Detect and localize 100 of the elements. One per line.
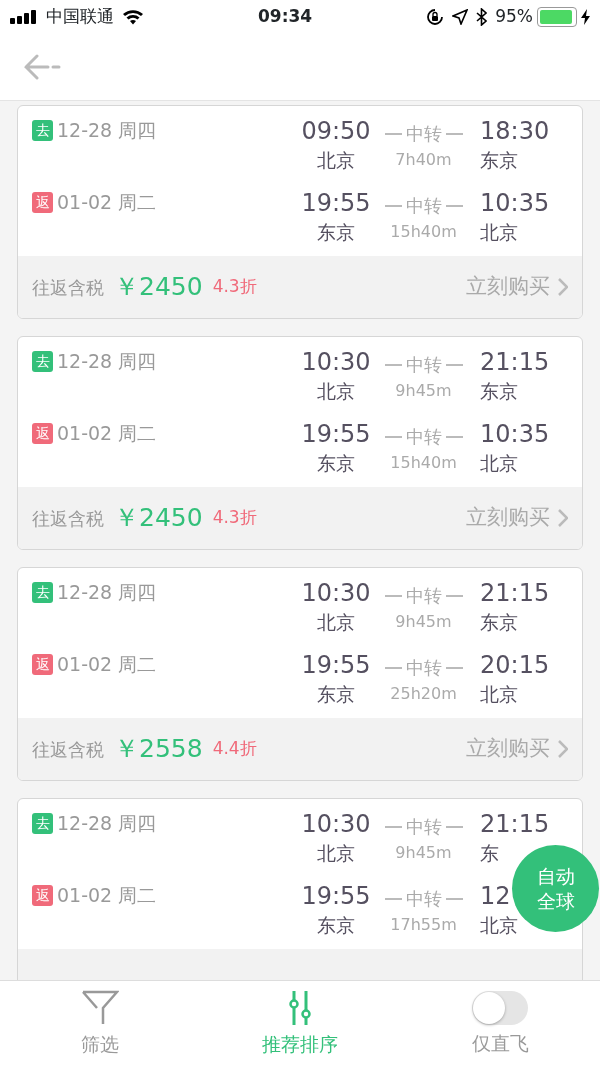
charging-icon bbox=[581, 9, 590, 25]
flight-date: 01-02 周二 bbox=[57, 652, 157, 677]
transfer-label: 中转 bbox=[405, 656, 442, 680]
flight-card[interactable]: 去 12-28 周四 10:30 北京 中转 9h45m 21:15 东京 返 01-02 周二 19:55 东京 中转 15h40m 10:35 北京 往返含税 ￥2450 4.3折 立刻购买 bbox=[17, 336, 583, 550]
flight-date: 12-28 周四 bbox=[57, 580, 157, 605]
toggle-label: 仅直飞 bbox=[471, 1030, 529, 1056]
dash-line bbox=[384, 667, 402, 669]
flight-duration: 9h45m bbox=[394, 845, 453, 861]
flight-card[interactable]: 去 12-28 周四 10:30 北京 中转 9h45m 21:15 东京 返 01-02 周二 19:55 东京 中转 25h20m 20:15 北京 往返含税 ￥2558 4.4折 立刻购买 bbox=[17, 567, 583, 781]
dash-line bbox=[384, 205, 402, 207]
trip-tag: 去 bbox=[32, 351, 53, 372]
trip-tag: 返 bbox=[32, 885, 53, 906]
dash-line bbox=[445, 205, 463, 207]
depart-time: 10:30 bbox=[300, 809, 372, 839]
wifi-icon bbox=[122, 9, 144, 25]
direct-flight-toggle[interactable]: 仅直飞 bbox=[400, 981, 600, 1067]
dash-line bbox=[445, 898, 463, 900]
discount: 4.4折 bbox=[212, 737, 257, 761]
flight-date: 12-28 周四 bbox=[57, 811, 157, 836]
depart-time: 19:55 bbox=[300, 881, 372, 911]
battery-icon bbox=[537, 7, 577, 27]
dash-line bbox=[445, 595, 463, 597]
price-label: 往返含税 bbox=[32, 506, 104, 531]
dash-line bbox=[384, 898, 402, 900]
depart-city: 北京 bbox=[316, 841, 356, 866]
depart-city: 东京 bbox=[316, 913, 356, 938]
transfer-label: 中转 bbox=[405, 887, 442, 911]
filter-tab[interactable]: 筛选 bbox=[0, 981, 200, 1067]
location-icon bbox=[452, 9, 469, 25]
dash-line bbox=[384, 133, 402, 135]
battery-percent: 95% bbox=[495, 5, 533, 29]
buy-button[interactable]: 立刻购买 bbox=[466, 502, 568, 534]
flight-date: 12-28 周四 bbox=[57, 118, 157, 143]
trip-tag: 返 bbox=[32, 192, 53, 213]
dash-line bbox=[384, 595, 402, 597]
chevron-icon bbox=[558, 740, 568, 758]
price: ￥2558 bbox=[114, 733, 203, 766]
price: ￥2450 bbox=[114, 502, 203, 535]
toggle-switch[interactable] bbox=[472, 990, 528, 1025]
arrive-time: 20:15 bbox=[480, 650, 550, 680]
status-time: 09:34 bbox=[258, 5, 313, 29]
arrive-city: 北京 bbox=[480, 682, 518, 707]
depart-city: 北京 bbox=[316, 610, 356, 635]
carrier-name: 中国联通 bbox=[46, 5, 114, 29]
discount: 4.3折 bbox=[212, 275, 257, 299]
depart-city: 东京 bbox=[316, 220, 356, 245]
dash-line bbox=[445, 364, 463, 366]
depart-time: 09:50 bbox=[300, 116, 372, 146]
buy-button[interactable]: 立刻购买 bbox=[466, 271, 568, 303]
depart-city: 东京 bbox=[316, 682, 356, 707]
bluetooth-icon bbox=[476, 8, 488, 26]
dash-line bbox=[384, 826, 402, 828]
arrive-time: 10:35 bbox=[480, 419, 550, 449]
back-icon[interactable] bbox=[24, 54, 62, 80]
flight-date: 01-02 周二 bbox=[57, 421, 157, 446]
trip-tag: 去 bbox=[32, 813, 53, 834]
dash-line bbox=[445, 667, 463, 669]
flight-date: 01-02 周二 bbox=[57, 883, 157, 908]
flight-card[interactable]: 去 12-28 周四 09:50 北京 中转 7h40m 18:30 东京 返 01-02 周二 19:55 东京 中转 15h40m 10:35 北京 往返含税 ￥2450 4.3折 立刻购买 bbox=[17, 105, 583, 319]
flight-duration: 9h45m bbox=[394, 614, 453, 630]
depart-time: 10:30 bbox=[300, 578, 372, 608]
arrive-time: 18:30 bbox=[480, 116, 550, 146]
trip-tag: 去 bbox=[32, 120, 53, 141]
flight-duration: 9h45m bbox=[394, 383, 453, 399]
transfer-label: 中转 bbox=[405, 815, 442, 839]
transfer-label: 中转 bbox=[405, 353, 442, 377]
flight-duration: 17h55m bbox=[389, 917, 458, 933]
dash-line bbox=[384, 364, 402, 366]
arrive-time: 21:15 bbox=[480, 347, 550, 377]
flight-duration: 25h20m bbox=[389, 686, 458, 702]
depart-city: 东京 bbox=[316, 451, 356, 476]
trip-tag: 返 bbox=[32, 423, 53, 444]
arrive-city: 东 bbox=[480, 841, 499, 866]
buy-button[interactable]: 立刻购买 bbox=[466, 733, 568, 765]
chevron-icon bbox=[558, 509, 568, 527]
arrive-city: 北京 bbox=[480, 220, 518, 245]
trip-tag: 去 bbox=[32, 582, 53, 603]
depart-time: 19:55 bbox=[300, 419, 372, 449]
sort-tab[interactable]: 推荐排序 bbox=[200, 981, 400, 1067]
flight-duration: 15h40m bbox=[389, 455, 458, 471]
flight-date: 01-02 周二 bbox=[57, 190, 157, 215]
rotation-lock-icon bbox=[426, 8, 445, 26]
flight-duration: 15h40m bbox=[389, 224, 458, 240]
flight-duration: 7h40m bbox=[394, 152, 453, 168]
discount: 4.3折 bbox=[212, 506, 257, 530]
price-label: 往返含税 bbox=[32, 275, 104, 300]
transfer-label: 中转 bbox=[405, 425, 442, 449]
chevron-icon bbox=[558, 278, 568, 296]
flight-date: 12-28 周四 bbox=[57, 349, 157, 374]
price: ￥2450 bbox=[114, 271, 203, 304]
depart-time: 19:55 bbox=[300, 188, 372, 218]
arrive-time: 21:15 bbox=[480, 809, 550, 839]
depart-time: 10:30 bbox=[300, 347, 372, 377]
arrive-time: 21:15 bbox=[480, 578, 550, 608]
transfer-label: 中转 bbox=[405, 122, 442, 146]
filter-icon bbox=[81, 989, 119, 1026]
sliders-icon bbox=[289, 989, 311, 1026]
arrive-city: 东京 bbox=[480, 610, 518, 635]
transfer-label: 中转 bbox=[405, 584, 442, 608]
dash-line bbox=[445, 826, 463, 828]
